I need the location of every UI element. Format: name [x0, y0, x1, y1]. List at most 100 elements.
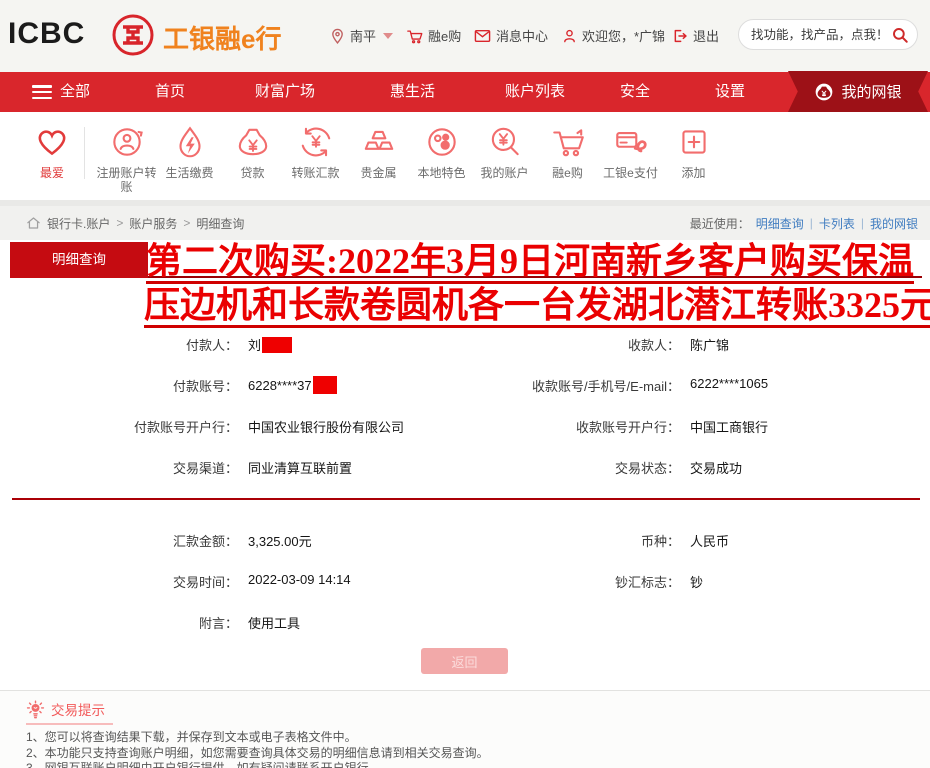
detail-row: 附言： 使用工具: [0, 602, 930, 643]
welcome-user[interactable]: 欢迎您，*广锦: [562, 26, 665, 45]
fav-label: 转账汇款: [291, 166, 339, 180]
fav-item-my-account[interactable]: 我的账户: [473, 123, 536, 200]
fav-item-favorites[interactable]: 最爱: [26, 123, 78, 200]
payee-name-value: 陈广锦: [690, 335, 729, 354]
search-bar[interactable]: [738, 19, 918, 50]
search-input[interactable]: [751, 28, 891, 42]
recent-link-detail-query[interactable]: 明细查询: [756, 215, 804, 232]
annotation-line-2: 压边机和长款卷圆机各一台发湖北潜江转账3325元: [144, 285, 930, 328]
fav-label: 添加: [681, 166, 705, 180]
cart-icon: [406, 28, 423, 44]
cash-remit-flag-value: 钞: [690, 572, 703, 591]
recent-link-card-list[interactable]: 卡列表: [819, 215, 855, 232]
logout-icon: [672, 28, 688, 44]
nav-item-life[interactable]: 惠生活: [390, 72, 435, 112]
register-transfer-icon: [108, 123, 146, 161]
nav-item-home[interactable]: 首页: [155, 72, 185, 112]
payee-bank-value: 中国工商银行: [690, 417, 768, 436]
memo-value: 使用工具: [248, 613, 300, 632]
divider: [84, 127, 85, 179]
location-selector[interactable]: 南平: [330, 26, 393, 45]
fav-label: 贵金属: [360, 166, 396, 180]
breadcrumb-separator: >: [183, 216, 190, 230]
epay-icon: [612, 123, 650, 161]
field-label: 付款账号：: [0, 376, 238, 395]
message-center-link[interactable]: 消息中心: [474, 26, 548, 45]
lightbulb-icon: [26, 700, 45, 719]
fav-label: 最爱: [40, 166, 64, 180]
rong-e-gou-link[interactable]: 融e购: [406, 26, 461, 45]
breadcrumb-item-cards[interactable]: 银行卡.账户: [47, 215, 110, 232]
favorites-row: 最爱 注册账户转账 生活缴费 贷款: [0, 112, 930, 200]
recent-used: 最近使用： 明细查询 | 卡列表 | 我的网银: [690, 206, 918, 240]
pipe-separator: |: [861, 216, 864, 230]
tips-title: 交易提示: [26, 697, 113, 725]
message-center-label: 消息中心: [496, 26, 548, 45]
payee-account-value: 6222****1065: [690, 376, 768, 395]
hamburger-menu-icon[interactable]: [32, 85, 52, 99]
cart-label: 融e购: [428, 26, 461, 45]
fav-item-loan[interactable]: 贷款: [221, 123, 284, 200]
breadcrumb-item-account-services[interactable]: 账户服务: [129, 215, 177, 232]
transfer-remit-icon: [297, 123, 335, 161]
field-label: 钞汇标志：: [462, 572, 680, 591]
annotation-line-1: 第二次购买:2022年3月9日河南新乡客户购买保温: [146, 241, 914, 284]
user-icon: [562, 28, 577, 44]
search-icon[interactable]: [891, 26, 909, 44]
nav-item-accounts[interactable]: 账户列表: [505, 72, 565, 112]
recent-link-my-ebank[interactable]: 我的网银: [870, 215, 918, 232]
logout-label: 退出: [693, 26, 719, 45]
fav-item-local-feature[interactable]: 本地特色: [410, 123, 473, 200]
add-icon: [675, 123, 713, 161]
field-label: 交易时间：: [0, 572, 238, 591]
home-icon[interactable]: [26, 216, 41, 230]
logout-button[interactable]: 退出: [672, 26, 719, 45]
back-button[interactable]: 返回: [421, 648, 508, 674]
detail-row: 交易渠道：同业清算互联前置 交易状态：交易成功: [0, 447, 930, 488]
amount-value: 3,325.00元: [248, 531, 312, 550]
cart-icon: [549, 123, 587, 161]
field-label: 付款账号开户行：: [0, 417, 238, 436]
pipe-separator: |: [810, 216, 813, 230]
redaction-box: [262, 337, 292, 353]
top-header: ICBC 工银融e行 南平 融e购: [0, 0, 930, 72]
money-bag-icon: [814, 82, 834, 102]
detail-row: 交易时间：2022-03-09 14:14 钞汇标志：钞: [0, 561, 930, 602]
fav-item-epay[interactable]: 工银e支付: [599, 123, 662, 200]
page-title: 明细查询: [10, 242, 148, 278]
detail-rows-group-2: 汇款金额：3,325.00元 币种：人民币 交易时间：2022-03-09 14…: [0, 520, 930, 643]
fav-label: 我的账户: [480, 166, 528, 180]
field-label: 汇款金额：: [0, 531, 238, 550]
fav-item-transfer-remit[interactable]: 转账汇款: [284, 123, 347, 200]
payer-name-value: 刘: [248, 335, 292, 354]
envelope-icon: [474, 29, 491, 43]
field-label: 收款账号/手机号/E-mail：: [462, 376, 680, 395]
field-label: 付款人：: [0, 335, 238, 354]
location-pin-icon: [330, 27, 345, 45]
fav-label: 本地特色: [417, 166, 465, 180]
nav-item-wealth[interactable]: 财富广场: [255, 72, 315, 112]
loan-icon: [234, 123, 272, 161]
red-annotation-overlay: 第二次购买:2022年3月9日河南新乡客户购买保温 压边机和长款卷圆机各一台发湖…: [146, 240, 928, 328]
my-ebank-tab[interactable]: 我的网银: [788, 71, 928, 112]
detail-row: 付款账号开户行：中国农业银行股份有限公司 收款账号开户行：中国工商银行: [0, 406, 930, 447]
nav-item-all[interactable]: 全部: [60, 72, 90, 112]
fav-item-register-transfer[interactable]: 注册账户转账: [95, 123, 158, 200]
fav-label: 生活缴费: [165, 166, 213, 180]
breadcrumb-item-detail-query[interactable]: 明细查询: [196, 215, 244, 232]
fav-item-life-payment[interactable]: 生活缴费: [158, 123, 221, 200]
fav-label: 注册账户转账: [95, 166, 158, 194]
breadcrumb: 银行卡.账户 > 账户服务 > 明细查询: [26, 206, 244, 240]
field-label: 交易渠道：: [0, 458, 238, 477]
tips-list: 1、您可以将查询结果下载，并保存到文本或电子表格文件中。 2、本功能只支持查询账…: [26, 730, 930, 768]
tip-item-1: 1、您可以将查询结果下载，并保存到文本或电子表格文件中。: [26, 730, 930, 746]
welcome-label: 欢迎您，*广锦: [582, 26, 665, 45]
nav-item-security[interactable]: 安全: [620, 72, 650, 112]
chevron-down-icon: [383, 33, 393, 39]
field-label: 附言：: [0, 613, 238, 632]
my-ebank-label: 我的网银: [841, 81, 901, 102]
fav-item-precious-metal[interactable]: 贵金属: [347, 123, 410, 200]
fav-item-rong-e-gou[interactable]: 融e购: [536, 123, 599, 200]
fav-item-add[interactable]: 添加: [662, 123, 725, 200]
nav-item-settings[interactable]: 设置: [715, 72, 745, 112]
